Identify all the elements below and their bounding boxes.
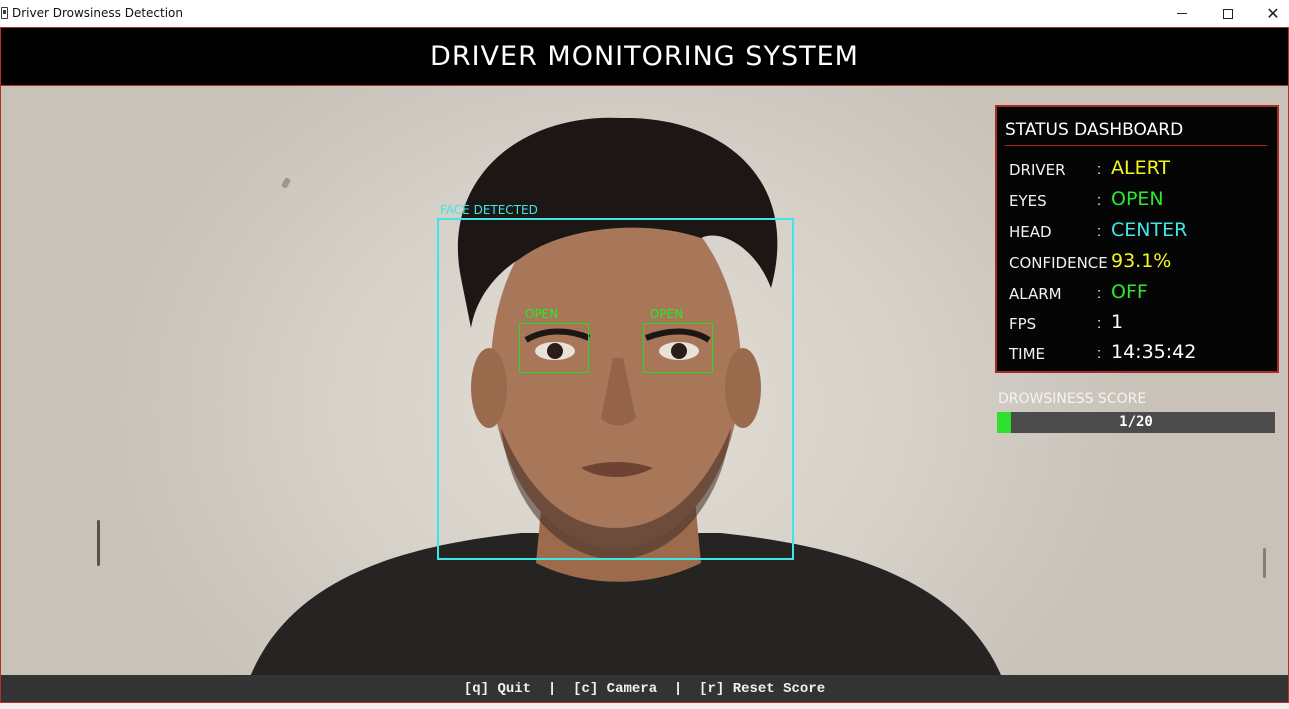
maximize-button[interactable] [1206,0,1250,27]
status-separator: : [1097,223,1102,240]
status-value-alarm: OFF [1111,281,1148,303]
status-key: DRIVER [1009,161,1066,179]
drowsiness-score-bar: 1/20 [997,412,1275,433]
dashboard-divider [1005,145,1267,146]
status-row-head: HEAD : CENTER [1009,219,1271,243]
app-window: DRIVER MONITORING SYSTEM FACE DETECTED O… [0,27,1289,703]
close-button[interactable]: ✕ [1251,0,1289,27]
status-value-driver: ALERT [1111,157,1171,179]
status-value-fps: 1 [1111,311,1124,333]
right-eye-label: OPEN [650,307,684,321]
app-icon [1,7,8,19]
keyboard-shortcuts: [q] Quit | [c] Camera | [r] Reset Score [463,681,826,697]
close-icon: ✕ [1266,3,1280,23]
status-key: TIME [1009,345,1046,363]
status-key: HEAD [1009,223,1052,241]
status-row-eyes: EYES : OPEN [1009,188,1271,212]
left-eye-box [519,323,589,373]
status-row-driver: DRIVER : ALERT [1009,157,1271,181]
status-row-time: TIME : 14:35:42 [1009,341,1271,365]
status-key: ALARM [1009,285,1062,303]
window-titlebar: Driver Drowsiness Detection ✕ [0,0,1289,27]
maximize-icon [1223,8,1233,19]
status-separator: : [1097,345,1102,362]
status-separator: : [1097,192,1102,209]
minimize-icon [1177,13,1187,14]
status-row-alarm: ALARM : OFF [1009,281,1271,305]
status-key: EYES [1009,192,1047,210]
page-title: DRIVER MONITORING SYSTEM [430,41,859,72]
drowsiness-score-text: 1/20 [1119,414,1153,430]
left-eye-label: OPEN [525,307,559,321]
face-bounding-box [437,218,794,560]
app-header: DRIVER MONITORING SYSTEM [1,28,1288,86]
status-value-confidence: 93.1% [1111,250,1172,272]
right-eye-box [643,323,713,373]
status-value-head: CENTER [1111,219,1188,241]
drowsiness-score-label: DROWSINESS SCORE [998,391,1147,407]
dashboard-title: STATUS DASHBOARD [1005,120,1184,140]
controls-footer: [q] Quit | [c] Camera | [r] Reset Score [1,675,1288,702]
window-title: Driver Drowsiness Detection [12,6,183,20]
status-key: FPS [1009,315,1037,333]
face-detected-label: FACE DETECTED [440,203,538,217]
status-row-fps: FPS : 1 [1009,311,1271,335]
status-dashboard: STATUS DASHBOARD DRIVER : ALERT EYES : O… [995,105,1279,373]
status-key: CONFIDENCE [1009,254,1108,272]
window-bottom-edge [0,703,1289,709]
status-separator: : [1097,285,1102,302]
minimize-button[interactable] [1160,0,1204,27]
status-value-eyes: OPEN [1111,188,1164,210]
status-row-confidence: CONFIDENCE 93.1% [1009,250,1271,274]
status-value-time: 14:35:42 [1111,341,1197,363]
status-separator: : [1097,315,1102,332]
status-separator: : [1097,161,1102,178]
